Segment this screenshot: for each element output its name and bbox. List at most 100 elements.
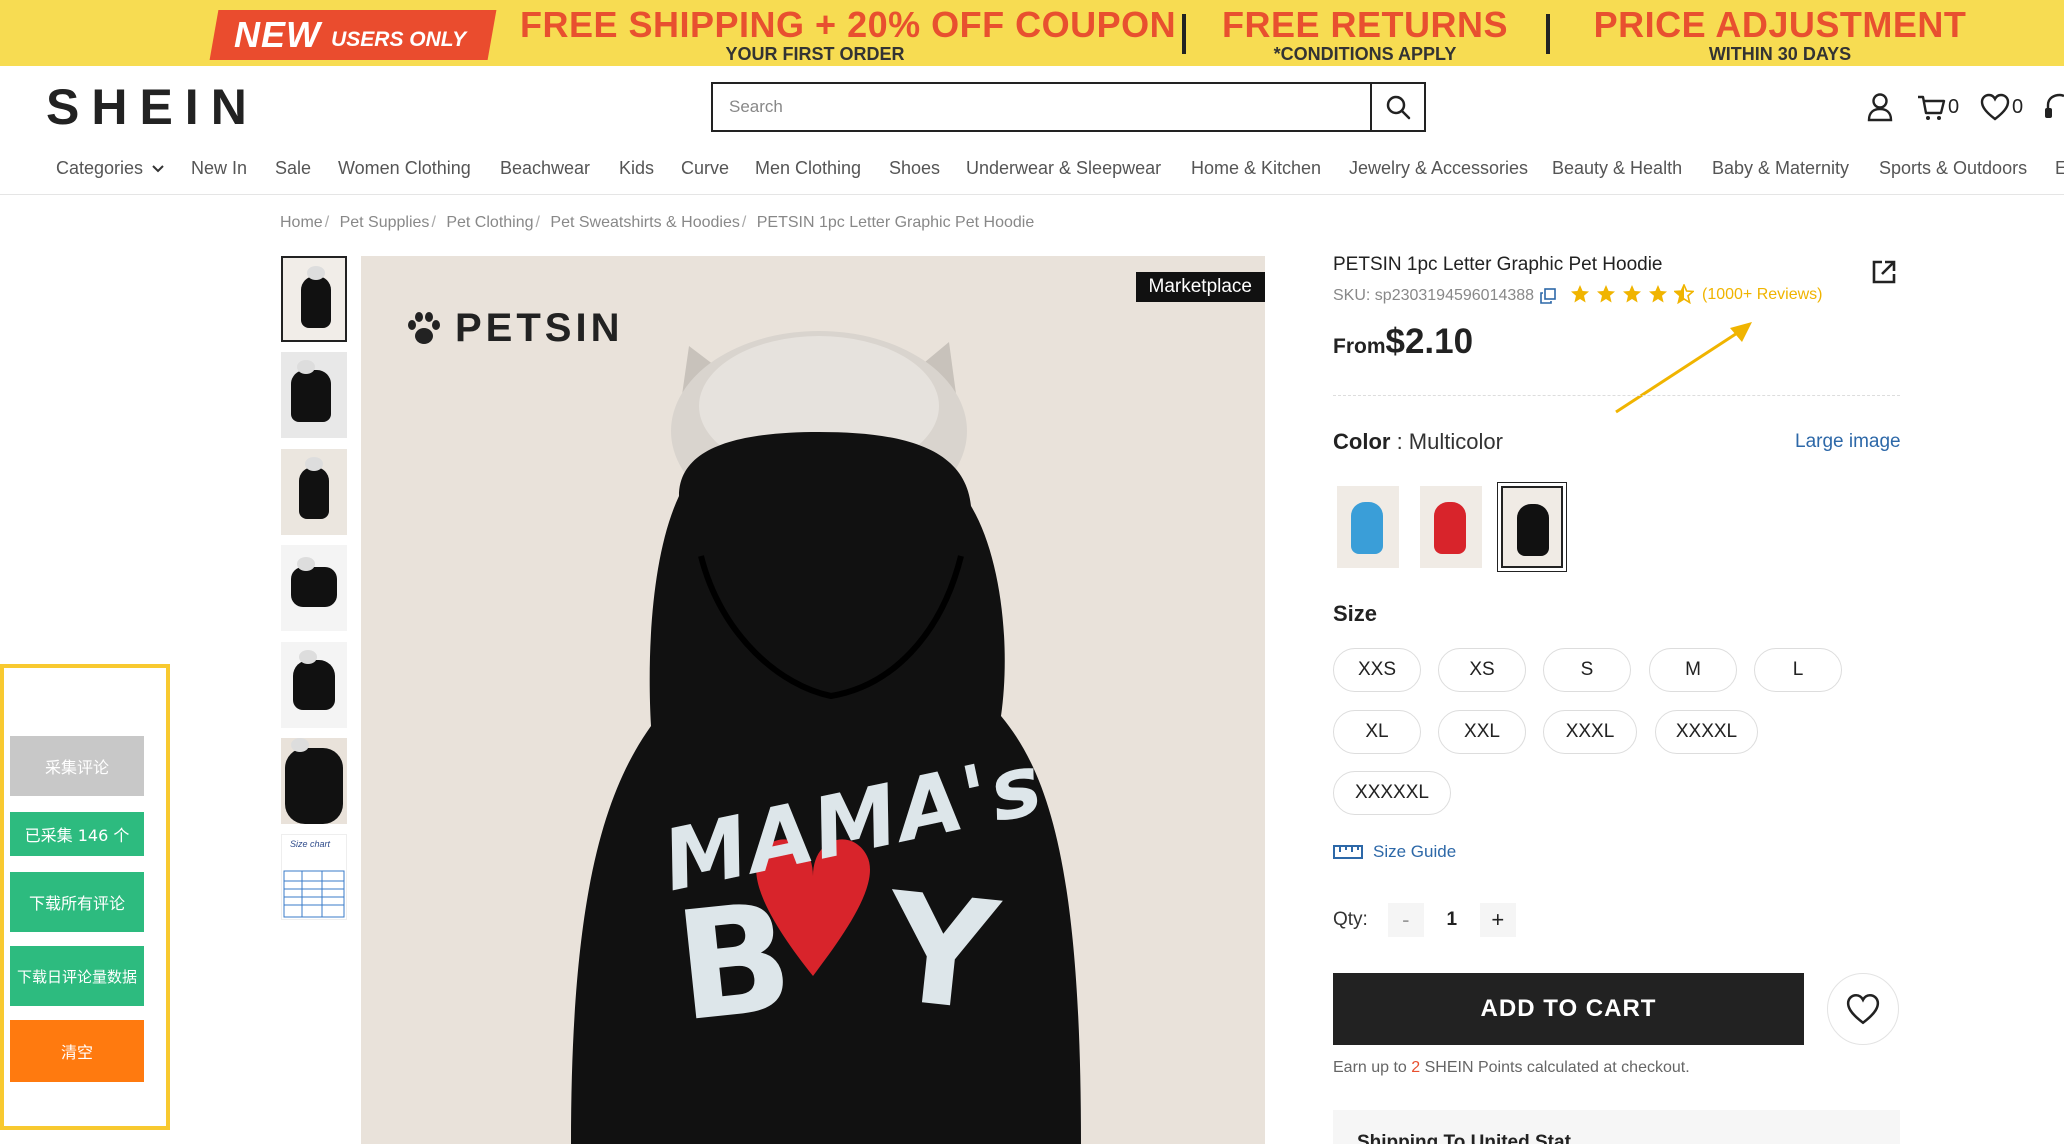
- gallery-thumbnail[interactable]: [281, 256, 347, 342]
- color-swatch-red[interactable]: [1420, 486, 1482, 568]
- nav-shoes[interactable]: Shoes: [889, 158, 940, 179]
- gallery-thumbnail[interactable]: [281, 449, 347, 535]
- download-daily-reviews-button[interactable]: 下载日评论量数据: [10, 946, 144, 1006]
- breadcrumb-home[interactable]: Home: [280, 214, 323, 231]
- shipping-heading: Shipping To United Stat: [1357, 1132, 1571, 1144]
- shipping-section[interactable]: Shipping To United Stat: [1333, 1110, 1900, 1144]
- promo-offer-title: PRICE ADJUSTMENT: [1593, 4, 1967, 45]
- gallery-thumbnail[interactable]: [281, 545, 347, 631]
- size-option-xs[interactable]: XS: [1438, 648, 1526, 692]
- gallery-thumbnail[interactable]: [281, 738, 347, 824]
- hoodie-print-y: Y: [878, 860, 1005, 1046]
- gallery-thumbnail[interactable]: [281, 642, 347, 728]
- promo-offer-subtitle: *CONDITIONS APPLY: [1273, 44, 1457, 64]
- size-option-l[interactable]: L: [1754, 648, 1842, 692]
- user-icon: [1867, 93, 1893, 122]
- nav-new-in[interactable]: New In: [191, 158, 247, 179]
- qty-decrease-button[interactable]: -: [1387, 903, 1424, 937]
- size-option-s[interactable]: S: [1543, 648, 1631, 692]
- search-button[interactable]: [1370, 84, 1424, 130]
- star-icon: [1649, 285, 1667, 303]
- add-to-wishlist-button[interactable]: [1827, 973, 1899, 1045]
- breadcrumb-current: PETSIN 1pc Letter Graphic Pet Hoodie: [756, 214, 1035, 231]
- price-value: $2.10: [1385, 322, 1474, 361]
- users-only-text: USERS ONLY: [331, 28, 467, 51]
- nav-beachwear[interactable]: Beachwear: [500, 158, 590, 179]
- add-to-cart-button[interactable]: ADD TO CART: [1333, 973, 1804, 1045]
- size-option-xxxl[interactable]: XXXL: [1543, 710, 1637, 754]
- breadcrumb-pet-clothing[interactable]: Pet Clothing: [446, 214, 533, 231]
- rating-stars[interactable]: [1570, 284, 1694, 304]
- size-option-xxs[interactable]: XXS: [1333, 648, 1421, 692]
- account-button[interactable]: [1866, 90, 1894, 124]
- nav-home-kitchen[interactable]: Home & Kitchen: [1191, 158, 1321, 179]
- nav-beauty-health[interactable]: Beauty & Health: [1552, 158, 1682, 179]
- review-scraper-panel: 采集评论 已采集 146 个 下载所有评论 下载日评论量数据 清空: [0, 664, 170, 1130]
- qty-increase-button[interactable]: +: [1479, 903, 1516, 937]
- thumbnail-image: [291, 360, 331, 422]
- section-divider: [1333, 395, 1900, 396]
- nav-baby-maternity[interactable]: Baby & Maternity: [1712, 158, 1849, 179]
- nav-men-clothing[interactable]: Men Clothing: [755, 158, 861, 179]
- size-option-xl[interactable]: XL: [1333, 710, 1421, 754]
- nav-sale[interactable]: Sale: [275, 158, 311, 179]
- size-option-xxxxl[interactable]: XXXXL: [1655, 710, 1758, 754]
- gallery-thumbnail-size-chart[interactable]: Size chart: [281, 834, 347, 920]
- support-button[interactable]: [2044, 90, 2064, 124]
- promo-offer-price-adjust: PRICE ADJUSTMENT WITHIN 30 DAYS: [1580, 4, 1980, 63]
- copy-icon[interactable]: [1540, 288, 1556, 304]
- nav-jewelry-accessories[interactable]: Jewelry & Accessories: [1349, 158, 1528, 179]
- main-nav: Categories New In Sale Women Clothing Be…: [0, 150, 2064, 195]
- star-icon: [1571, 285, 1589, 303]
- search-icon: [1386, 95, 1411, 120]
- thumbnail-image: [285, 738, 343, 824]
- price-prefix: From: [1333, 335, 1386, 358]
- size-guide-link[interactable]: Size Guide: [1333, 842, 1456, 862]
- nav-women-clothing[interactable]: Women Clothing: [338, 158, 471, 179]
- nav-curve[interactable]: Curve: [681, 158, 729, 179]
- nav-underwear-sleepwear[interactable]: Underwear & Sleepwear: [966, 158, 1161, 179]
- thumbnail-image: [293, 650, 335, 710]
- reviews-link[interactable]: (1000+ Reviews): [1702, 286, 1823, 304]
- nav-categories[interactable]: Categories: [56, 158, 164, 179]
- shein-logo[interactable]: SHEIN: [46, 78, 259, 136]
- points-note: Earn up to 2 SHEIN Points calculated at …: [1333, 1059, 1690, 1077]
- color-label-key: Color: [1333, 429, 1391, 454]
- sku-text: SKU: sp2303194596014388: [1333, 287, 1535, 304]
- cat-in-hoodie-illustration: [571, 331, 1081, 1144]
- color-swatch-black[interactable]: [1498, 483, 1566, 571]
- main-product-image[interactable]: PETSIN Marketplace MAMA's B Y: [361, 256, 1265, 1144]
- collected-count-button[interactable]: 已采集 146 个: [10, 812, 144, 856]
- nav-more[interactable]: E: [2055, 158, 2064, 179]
- promo-offer-shipping: FREE SHIPPING + 20% OFF COUPON YOUR FIRS…: [520, 4, 1177, 63]
- breadcrumb-pet-sweatshirts[interactable]: Pet Sweatshirts & Hoodies: [550, 214, 739, 231]
- size-chart-mini-table: [283, 870, 345, 918]
- promo-banner[interactable]: NEW USERS ONLY FREE SHIPPING + 20% OFF C…: [0, 0, 2064, 66]
- breadcrumb-pet-supplies[interactable]: Pet Supplies: [340, 214, 430, 231]
- nav-sports-outdoors[interactable]: Sports & Outdoors: [1879, 158, 2027, 179]
- ruler-icon: [1333, 845, 1363, 859]
- qty-input[interactable]: [1423, 903, 1480, 937]
- share-button[interactable]: [1870, 258, 1898, 291]
- hoodie-print-text: MAMA's: [655, 734, 1052, 910]
- points-note-pre: Earn up to: [1333, 1059, 1412, 1076]
- headset-icon: [2045, 93, 2064, 118]
- gallery-thumbnail[interactable]: [281, 352, 347, 438]
- sku-row: SKU: sp2303194596014388: [1333, 287, 1556, 305]
- large-image-link[interactable]: Large image: [1795, 431, 1901, 453]
- nav-kids[interactable]: Kids: [619, 158, 654, 179]
- wishlist-header-button[interactable]: 0: [1980, 90, 2023, 124]
- quantity-stepper: Qty: - +: [1333, 903, 1516, 937]
- cart-button[interactable]: 0: [1916, 90, 1959, 124]
- size-option-xxxxxl[interactable]: XXXXXL: [1333, 771, 1451, 815]
- size-option-m[interactable]: M: [1649, 648, 1737, 692]
- collect-reviews-button[interactable]: 采集评论: [10, 736, 144, 796]
- nav-label: Categories: [56, 158, 144, 178]
- color-swatch-blue[interactable]: [1337, 486, 1399, 568]
- clear-button[interactable]: 清空: [10, 1020, 144, 1082]
- size-option-xxl[interactable]: XXL: [1438, 710, 1526, 754]
- download-all-reviews-button[interactable]: 下载所有评论: [10, 872, 144, 932]
- wishlist-count: 0: [2012, 95, 2024, 118]
- promo-offer-title: FREE SHIPPING + 20% OFF COUPON: [520, 4, 1177, 45]
- search-input[interactable]: [713, 84, 1371, 130]
